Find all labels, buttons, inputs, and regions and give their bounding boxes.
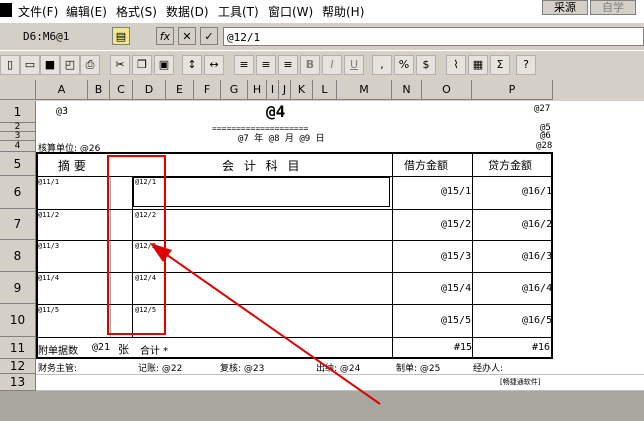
annotation-overlay <box>107 155 381 405</box>
red-arrow-line <box>159 249 381 405</box>
red-arrow-head <box>150 243 172 262</box>
red-highlight-box <box>107 155 166 335</box>
